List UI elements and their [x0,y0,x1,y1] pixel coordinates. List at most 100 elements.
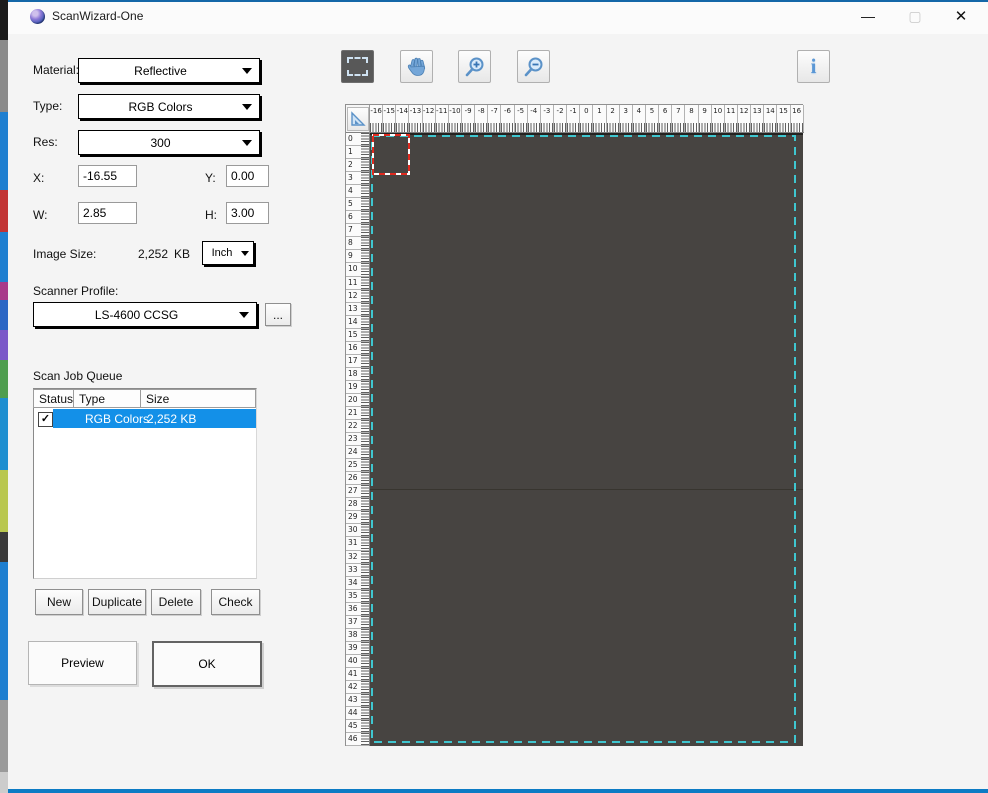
ruler-corner[interactable] [346,105,370,133]
v-ruler-cell: 5 [346,198,369,211]
v-ruler-cell: 30 [346,524,369,537]
h-label: H: [205,208,217,222]
material-dropdown[interactable]: Reflective [78,58,260,83]
h-ruler-cell: -10 [449,105,462,132]
v-ruler-cell: 20 [346,394,369,407]
y-label: Y: [205,171,216,185]
info-icon: i [811,54,817,79]
h-ruler-cell: -1 [567,105,580,132]
material-label: Material: [33,63,79,77]
v-ruler-cell: 8 [346,237,369,250]
type-label: Type: [33,99,62,113]
v-ruler-cell: 2 [346,159,369,172]
h-ruler-cell: -14 [396,105,409,132]
minimize-button[interactable]: — [845,0,891,32]
type-dropdown[interactable]: RGB Colors [78,94,260,119]
preview-pane: -16-15-14-13-12-11-10-9-8-7-6-5-4-3-2-10… [345,104,803,746]
zoom-out-tool[interactable] [517,50,550,83]
scanner-profile-dropdown[interactable]: LS-4600 CCSG [33,302,257,327]
h-ruler-cell: 10 [712,105,725,132]
h-ruler-cell: 11 [725,105,738,132]
x-input[interactable] [78,165,137,187]
h-ruler-cell: 2 [607,105,620,132]
v-ruler-cell: 25 [346,459,369,472]
row-selection-bar[interactable]: RGB Colors2,252 KB [53,409,256,428]
close-button[interactable]: ✕ [938,0,984,32]
horizontal-ruler: -16-15-14-13-12-11-10-9-8-7-6-5-4-3-2-10… [370,105,804,133]
h-ruler-cell: 8 [685,105,698,132]
v-ruler-cell: 39 [346,642,369,655]
type-value: RGB Colors [79,100,242,114]
v-ruler-cell: 21 [346,407,369,420]
delete-button[interactable]: Delete [151,589,201,615]
w-input[interactable] [78,202,137,224]
h-ruler-cell: 9 [699,105,712,132]
marquee-select-tool[interactable] [341,50,374,83]
h-ruler-cell: -16 [370,105,383,132]
check-button[interactable]: Check [211,589,260,615]
h-ruler-cell: -8 [475,105,488,132]
h-input[interactable] [226,202,269,224]
res-dropdown[interactable]: 300 [78,130,260,155]
v-ruler-cell: 7 [346,224,369,237]
v-ruler-cell: 41 [346,668,369,681]
v-ruler-cell: 0 [346,133,369,146]
v-ruler-cell: 14 [346,316,369,329]
h-ruler-cell: 7 [672,105,685,132]
column-header-type[interactable]: Type [74,389,141,408]
v-ruler-cell: 34 [346,577,369,590]
v-ruler-cell: 1 [346,146,369,159]
pan-hand-tool[interactable] [400,50,433,83]
y-input[interactable] [226,165,269,187]
units-value: Inch [203,247,241,259]
h-ruler-cell: -7 [488,105,501,132]
h-ruler-cell: -9 [462,105,475,132]
info-tool[interactable]: i [797,50,830,83]
v-ruler-cell: 26 [346,472,369,485]
zoom-in-tool[interactable] [458,50,491,83]
v-ruler-cell: 9 [346,250,369,263]
h-ruler-cell: -5 [515,105,528,132]
h-ruler-cell: -4 [528,105,541,132]
units-dropdown[interactable]: Inch [202,241,254,265]
v-ruler-cell: 6 [346,211,369,224]
queue-rows: ✓RGB Colors2,252 KB [34,409,256,428]
h-ruler-cell: -12 [423,105,436,132]
row-type: RGB Colors [85,412,149,426]
v-ruler-cell: 13 [346,303,369,316]
res-label: Res: [33,135,58,149]
duplicate-button[interactable]: Duplicate [88,589,146,615]
v-ruler-cell: 24 [346,446,369,459]
v-ruler-cell: 46 [346,733,369,746]
row-checkbox[interactable]: ✓ [38,412,53,427]
browse-profile-button[interactable]: ... [265,303,291,326]
zoom-in-icon [464,56,486,78]
h-ruler-cell: -2 [554,105,567,132]
h-ruler-cell: 12 [738,105,751,132]
h-ruler-cell: -3 [541,105,554,132]
maximize-button: ▢ [892,0,938,32]
image-size-label: Image Size: [33,247,96,261]
scan-job-queue-table[interactable]: Status Type Size ✓RGB Colors2,252 KB [33,388,257,579]
h-ruler-cell: -11 [436,105,449,132]
v-ruler-cell: 11 [346,277,369,290]
image-size-value: 2,252 [130,247,168,261]
v-ruler-cell: 37 [346,616,369,629]
preview-button[interactable]: Preview [28,641,137,685]
selection-marquee[interactable] [370,133,430,183]
ok-button[interactable]: OK [152,641,262,687]
v-ruler-cell: 16 [346,342,369,355]
v-ruler-cell: 10 [346,263,369,276]
queue-row[interactable]: ✓RGB Colors2,252 KB [34,409,256,428]
scanner-profile-value: LS-4600 CCSG [34,308,239,322]
new-button[interactable]: New [35,589,83,615]
column-header-status[interactable]: Status [33,389,74,408]
scan-preview-canvas[interactable] [370,133,803,746]
h-ruler-cell: -6 [501,105,514,132]
column-header-size[interactable]: Size [141,389,256,408]
queue-header-row: Status Type Size [34,389,256,408]
v-ruler-cell: 27 [346,485,369,498]
v-ruler-cell: 38 [346,629,369,642]
v-ruler-cell: 42 [346,681,369,694]
v-ruler-cell: 35 [346,590,369,603]
